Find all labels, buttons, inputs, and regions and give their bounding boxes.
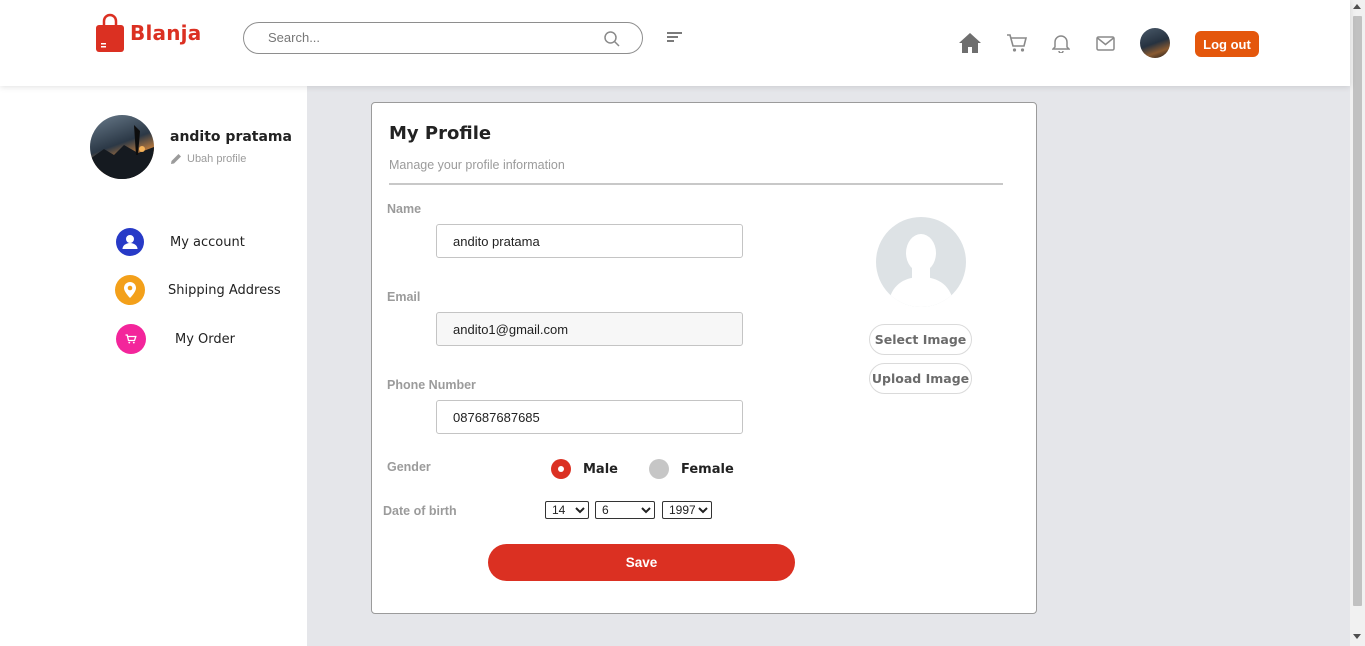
dob-year-select[interactable]: 1997: [662, 501, 712, 519]
sidebar-item-shipping-address[interactable]: Shipping Address: [115, 275, 281, 305]
brand-logo[interactable]: Blanja: [95, 13, 201, 53]
search-icon[interactable]: [603, 30, 621, 48]
profile-photo-placeholder: [876, 217, 966, 307]
dob-month-select[interactable]: 6: [595, 501, 655, 519]
logout-button[interactable]: Log out: [1195, 31, 1259, 57]
sidebar: andito pratama Ubah profile My account S…: [0, 86, 307, 646]
select-image-button[interactable]: Select Image: [869, 324, 972, 355]
search-input[interactable]: [268, 30, 588, 45]
page-subtitle: Manage your profile information: [389, 158, 565, 172]
gender-label: Gender: [387, 460, 431, 474]
edit-profile-link[interactable]: Ubah profile: [169, 152, 246, 166]
scroll-thumb[interactable]: [1353, 16, 1362, 606]
gender-female-label: Female: [681, 461, 734, 477]
top-navbar: Blanja Log out: [0, 0, 1350, 86]
divider: [389, 183, 1003, 185]
avatar-photo: [90, 125, 154, 179]
email-field[interactable]: [436, 312, 743, 346]
bell-icon[interactable]: [1052, 33, 1070, 53]
scroll-down-icon[interactable]: [1353, 634, 1361, 639]
user-icon: [116, 228, 144, 256]
sidebar-item-label: My account: [170, 234, 245, 250]
save-button[interactable]: Save: [488, 544, 795, 581]
profile-card: My Profile Manage your profile informati…: [371, 102, 1037, 614]
pencil-icon: [171, 154, 181, 164]
sidebar-item-my-account[interactable]: My account: [116, 228, 245, 256]
phone-label: Phone Number: [387, 378, 476, 392]
gender-male-label: Male: [583, 461, 618, 477]
phone-field[interactable]: [436, 400, 743, 434]
email-label: Email: [387, 290, 421, 304]
profile-avatar: [90, 115, 154, 179]
profile-name: andito pratama: [170, 129, 292, 145]
gender-female-radio[interactable]: Female: [649, 459, 734, 479]
mail-icon[interactable]: [1096, 36, 1115, 51]
user-silhouette-icon: [888, 234, 954, 307]
edit-profile-label: Ubah profile: [187, 153, 247, 165]
cart-icon: [116, 324, 146, 354]
gender-male-radio[interactable]: Male: [551, 459, 618, 479]
cart-icon[interactable]: [1006, 33, 1028, 53]
sidebar-item-label: Shipping Address: [168, 282, 281, 298]
vertical-scrollbar[interactable]: [1350, 0, 1365, 646]
radio-selected-indicator: [551, 459, 571, 479]
shopping-bag-icon: [96, 13, 124, 52]
home-icon[interactable]: [958, 32, 982, 54]
page-title: My Profile: [389, 123, 492, 144]
dob-day-select[interactable]: 14: [545, 501, 589, 519]
radio-unselected-indicator: [649, 459, 669, 479]
sidebar-item-label: My Order: [175, 331, 235, 347]
location-pin-icon: [115, 275, 145, 305]
header-avatar[interactable]: [1140, 28, 1170, 58]
name-field[interactable]: [436, 224, 743, 258]
name-label: Name: [387, 202, 422, 216]
brand-name: Blanja: [130, 21, 202, 45]
search-bar[interactable]: [243, 22, 643, 54]
filter-icon[interactable]: [666, 31, 684, 45]
sidebar-item-my-order[interactable]: My Order: [116, 324, 235, 354]
scroll-up-icon[interactable]: [1353, 4, 1361, 9]
dob-label: Date of birth: [383, 504, 457, 518]
upload-image-button[interactable]: Upload Image: [869, 363, 972, 394]
